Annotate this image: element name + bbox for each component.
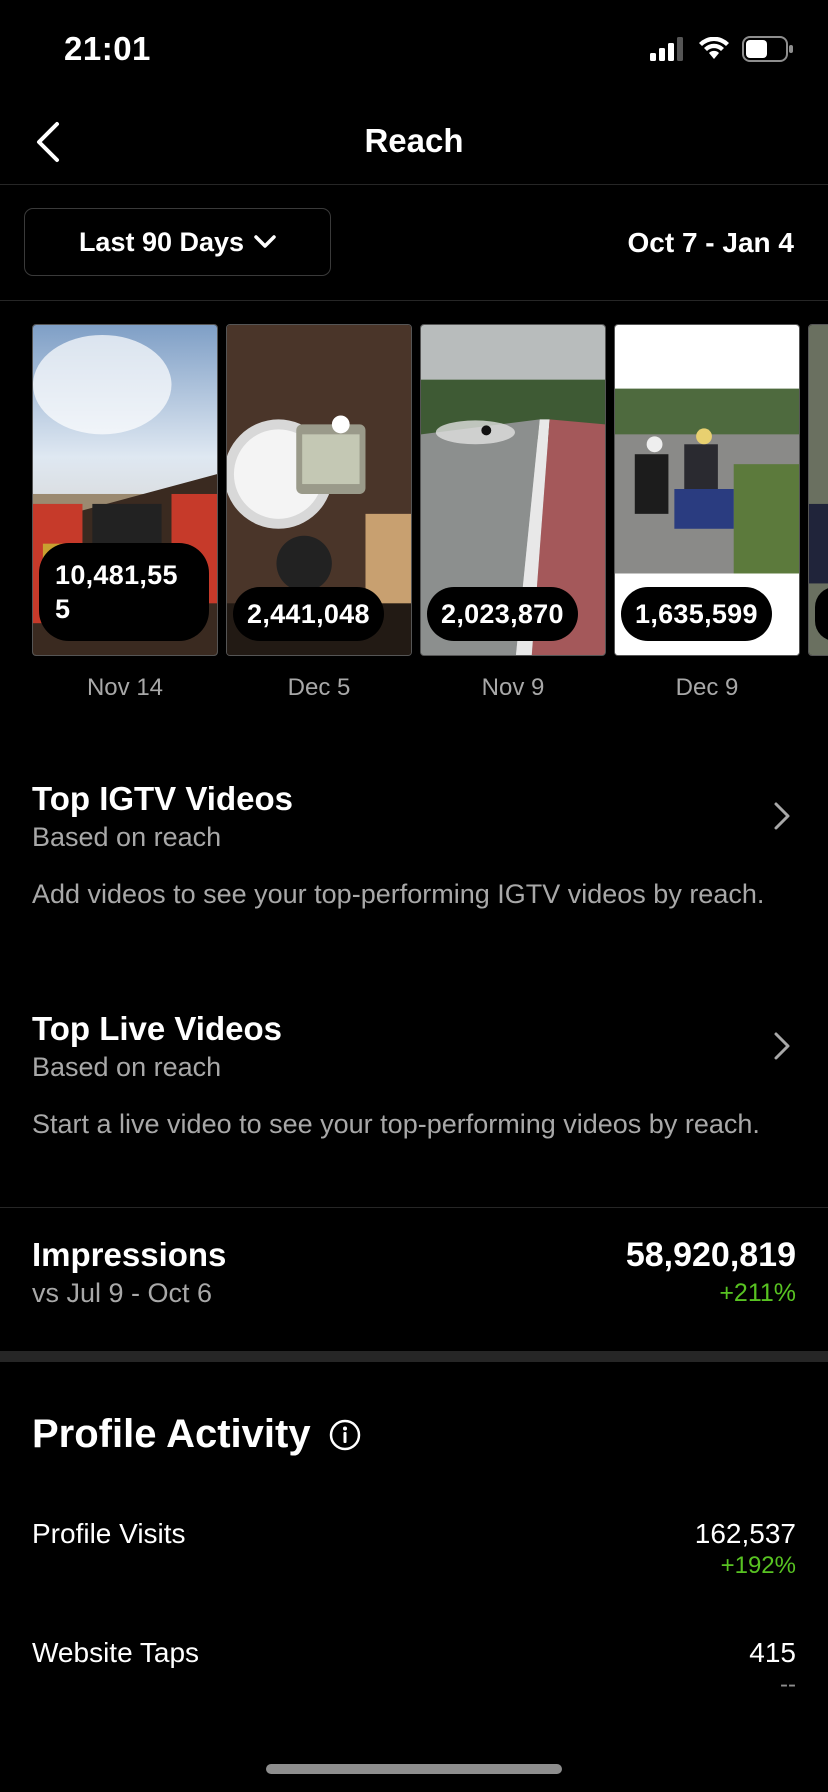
post-thumbnail: 1,635,599 [614,324,800,656]
section-title: Top Live Videos [32,1010,282,1047]
chevron-right-icon [774,802,790,830]
post-thumbnail: 2,441,048 [226,324,412,656]
date-range-text: Oct 7 - Jan 4 [627,227,794,258]
metric-value-block: 415 -- [749,1637,796,1699]
impressions-row: Impressions vs Jul 9 - Oct 6 58,920,819 … [32,1236,796,1309]
post-date: Dec 5 [287,674,351,701]
website-taps-row: Website Taps 415 -- [32,1637,796,1698]
nav-bar: Reach [0,100,828,185]
profile-activity-header: Profile Activity [32,1412,361,1457]
impressions-value-block: 58,920,819 +211% [626,1236,796,1308]
post-card[interactable]: 2,023,870 Nov 9 [420,324,606,702]
post-thumbnail: 10,481,555 [32,324,218,656]
metric-change: +192% [720,1552,796,1579]
home-indicator[interactable] [266,1764,562,1774]
reach-count-badge: 1,635,599 [621,587,772,641]
metric-value: 415 [749,1637,796,1668]
metric-change: -- [780,1671,796,1698]
section-subtitle: Based on reach [32,1052,222,1082]
signal-icon [650,37,683,61]
date-range-dropdown-label: Last 90 Days [78,226,245,257]
metric-label: Website Taps [32,1637,200,1668]
battery-icon [742,36,793,62]
post-date: Dec 9 [675,674,739,701]
post-card[interactable]: 10,481,555 Nov 14 [32,324,218,702]
status-icons [650,36,794,62]
status-bar: 21:01 [0,0,828,100]
metric-value-block: 162,537 +192% [695,1518,796,1580]
chevron-right-icon [774,1032,790,1060]
date-range-dropdown[interactable]: Last 90 Days [24,208,331,276]
post-date: Nov 14 [86,674,164,701]
post-thumbnail: 2,023,870 [420,324,606,656]
section-description: Start a live video to see your top-perfo… [32,1109,760,1139]
reach-count-badge: 2,441,048 [233,587,384,641]
section-subtitle: Based on reach [32,822,222,852]
reach-count-badge: 10,481,555 [39,543,209,641]
wifi-icon [699,37,729,59]
impressions-value: 58,920,819 [625,1236,796,1274]
chevron-down-icon [254,235,276,248]
top-posts-carousel[interactable]: 10,481,555 Nov 14 2,441,048 Dec 5 2,023,… [0,324,828,704]
section-title: Top IGTV Videos [32,780,293,817]
top-igtv-section[interactable]: Top IGTV Videos Based on reach Add video… [32,780,796,911]
section-description: Add videos to see your top-performing IG… [32,879,765,909]
post-date: Nov 9 [481,674,545,701]
post-card[interactable]: 2,441,048 Dec 5 [226,324,412,702]
status-time: 21:01 [64,30,151,67]
filter-row: Last 90 Days Oct 7 - Jan 4 [0,185,828,301]
post-thumbnail [808,324,828,656]
post-card-partial[interactable] [808,324,828,656]
metric-value: 162,537 [694,1518,796,1549]
profile-visits-row: Profile Visits 162,537 +192% [32,1518,796,1579]
post-card[interactable]: 1,635,599 Dec 9 [614,324,800,702]
page-title: Reach [364,122,464,159]
reach-count-badge: 2,023,870 [427,587,578,641]
info-icon[interactable] [329,1419,361,1451]
top-live-section[interactable]: Top Live Videos Based on reach Start a l… [32,1010,796,1141]
impressions-change: +211% [719,1279,796,1307]
divider [0,1207,828,1208]
metric-label: Profile Visits [32,1518,186,1549]
profile-activity-title: Profile Activity [32,1412,311,1456]
section-separator [0,1351,828,1362]
